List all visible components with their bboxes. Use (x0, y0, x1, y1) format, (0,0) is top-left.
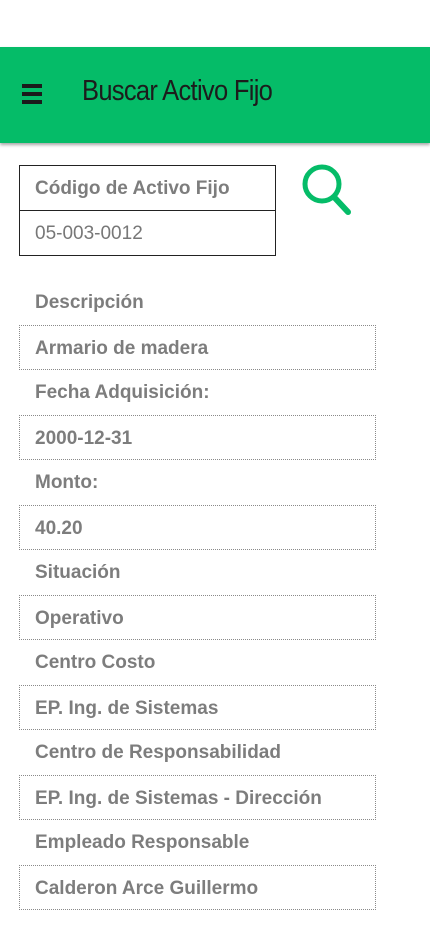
responsibility-center-field: EP. Ing. de Sistemas - Dirección (19, 775, 376, 820)
status-value: Operativo (35, 608, 124, 629)
cost-center-label: Centro Costo (35, 652, 156, 673)
acquisition-date-label: Fecha Adquisición: (35, 382, 210, 403)
asset-code-label: Código de Activo Fijo (35, 178, 230, 199)
amount-value: 40.20 (35, 518, 83, 539)
magnifier-icon (302, 164, 351, 215)
description-field: Armario de madera (19, 325, 376, 370)
asset-code-label-box: Código de Activo Fijo (19, 165, 276, 211)
hamburger-menu-icon[interactable] (22, 84, 42, 104)
responsible-employee-field: Calderon Arce Guillermo (19, 865, 376, 910)
cost-center-value: EP. Ing. de Sistemas (35, 698, 219, 719)
amount-label: Monto: (35, 472, 99, 493)
status-field: Operativo (19, 595, 376, 640)
app-bar: Buscar Activo Fijo (0, 47, 430, 143)
responsibility-center-label: Centro de Responsabilidad (35, 742, 281, 763)
responsible-employee-value: Calderon Arce Guillermo (35, 878, 259, 899)
page-title: Buscar Activo Fijo (82, 75, 273, 107)
responsibility-center-value: EP. Ing. de Sistemas - Dirección (35, 788, 322, 809)
asset-code-field[interactable] (19, 210, 276, 256)
amount-field: 40.20 (19, 505, 376, 550)
asset-code-input[interactable] (35, 221, 265, 247)
responsible-employee-label: Empleado Responsable (35, 832, 250, 853)
page: Buscar Activo Fijo Código de Activo Fijo… (0, 0, 430, 932)
acquisition-date-field: 2000-12-31 (19, 415, 376, 460)
cost-center-field: EP. Ing. de Sistemas (19, 685, 376, 730)
search-button[interactable] (300, 160, 354, 218)
description-label: Descripción (35, 292, 144, 313)
description-value: Armario de madera (35, 338, 209, 359)
status-label: Situación (35, 562, 121, 583)
acquisition-date-value: 2000-12-31 (35, 428, 133, 449)
